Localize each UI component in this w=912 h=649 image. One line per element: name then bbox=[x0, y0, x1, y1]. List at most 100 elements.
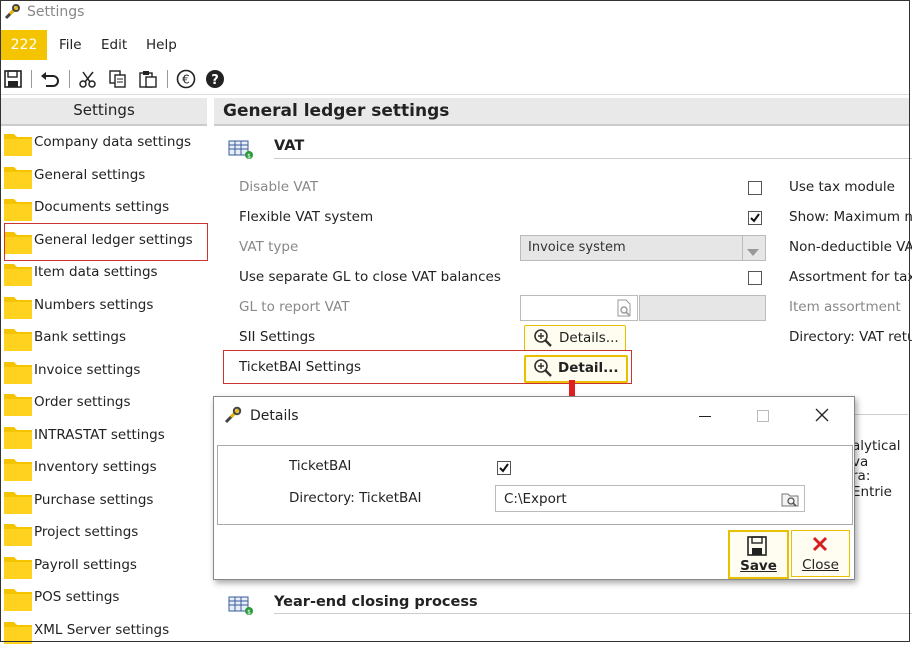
right-label-5: Item assortment bbox=[789, 299, 901, 315]
sidebar-item-label: Purchase settings bbox=[34, 491, 154, 508]
separate-gl-checkbox[interactable] bbox=[748, 271, 762, 285]
settings-tools-icon bbox=[4, 4, 22, 26]
vat-type-select[interactable]: Invoice system bbox=[520, 235, 766, 261]
right-label-6: Directory: VAT retu bbox=[789, 329, 912, 345]
ticketbai-details-button[interactable]: Detail... bbox=[524, 355, 628, 383]
close-label: Close bbox=[802, 557, 839, 573]
menu-edit[interactable]: Edit bbox=[101, 37, 127, 53]
zoom-in-icon bbox=[533, 328, 553, 352]
disable-vat-checkbox[interactable] bbox=[748, 181, 762, 195]
undo-icon[interactable] bbox=[39, 68, 61, 90]
help-icon[interactable]: ? bbox=[204, 68, 226, 90]
gl-report-vat-input[interactable] bbox=[520, 295, 638, 321]
cut-icon[interactable] bbox=[77, 68, 99, 90]
title-bar: Settings bbox=[1, 1, 909, 24]
disable-vat-label: Disable VAT bbox=[239, 179, 319, 195]
menu-file[interactable]: File bbox=[59, 37, 82, 53]
folder-icon bbox=[3, 487, 33, 515]
sidebar-item-label: Inventory settings bbox=[34, 459, 157, 475]
right-label-1: Use tax module bbox=[789, 179, 895, 195]
gl-report-vat-name bbox=[639, 295, 766, 321]
selected-item-highlight-box bbox=[4, 222, 208, 261]
details-dialog: Details TicketBAI Directory: TicketBAI C… bbox=[213, 396, 855, 580]
folder-search-icon[interactable] bbox=[781, 490, 799, 512]
sidebar-item-label: Invoice settings bbox=[34, 361, 141, 378]
close-button[interactable]: Close bbox=[791, 530, 850, 577]
euro-icon[interactable]: € bbox=[175, 68, 197, 90]
yearend-section-title: Year-end closing process bbox=[274, 594, 478, 610]
dialog-title: Details bbox=[250, 408, 299, 424]
menu-bar: 222 File Edit Help bbox=[1, 30, 909, 60]
lookup-icon[interactable] bbox=[615, 299, 633, 321]
sidebar-item-label: Documents settings bbox=[34, 199, 170, 215]
sii-settings-label: SII Settings bbox=[239, 329, 316, 345]
dialog-content: TicketBAI Directory: TicketBAI C:\Export bbox=[217, 445, 853, 525]
folder-icon bbox=[3, 422, 33, 450]
close-icon[interactable] bbox=[815, 408, 829, 426]
sidebar-item[interactable]: Company data settings bbox=[1, 127, 207, 159]
folder-icon bbox=[3, 519, 33, 547]
minimize-icon[interactable] bbox=[699, 416, 711, 417]
folder-icon bbox=[3, 292, 33, 320]
directory-ticketbai-label: Directory: TicketBAI bbox=[289, 490, 422, 506]
sidebar-item[interactable]: General settings bbox=[1, 160, 207, 192]
save-button[interactable]: Save bbox=[728, 530, 789, 579]
folder-icon bbox=[3, 357, 33, 385]
sidebar-item[interactable]: INTRASTAT settings bbox=[1, 420, 207, 452]
sidebar-item-label: XML Server settings bbox=[34, 621, 170, 638]
sidebar-item[interactable]: POS settings bbox=[1, 582, 207, 614]
save-icon bbox=[747, 536, 767, 560]
folder-icon bbox=[3, 389, 33, 417]
maximize-icon[interactable] bbox=[757, 410, 769, 422]
svg-text:€: € bbox=[182, 73, 190, 87]
folder-icon bbox=[3, 324, 33, 352]
company-badge[interactable]: 222 bbox=[1, 30, 47, 60]
sidebar-item[interactable]: Inventory settings bbox=[1, 452, 207, 484]
sidebar-item-label: Payroll settings bbox=[34, 556, 137, 573]
ticketbai-label: TicketBAI bbox=[289, 458, 352, 474]
sii-details-button[interactable]: Details... bbox=[524, 325, 626, 351]
ticketbai-checkbox[interactable] bbox=[497, 461, 511, 475]
sidebar-item[interactable]: XML Server settings bbox=[1, 615, 207, 647]
flexible-vat-checkbox[interactable] bbox=[748, 211, 762, 225]
sii-details-label: Details... bbox=[559, 330, 619, 346]
sidebar-item[interactable]: Bank settings bbox=[1, 322, 207, 354]
directory-ticketbai-input[interactable]: C:\Export bbox=[495, 485, 805, 512]
folder-icon bbox=[3, 454, 33, 482]
save-icon[interactable] bbox=[2, 68, 24, 90]
sidebar-item[interactable]: Payroll settings bbox=[1, 550, 207, 582]
right-label-3: Non-deductible VA bbox=[789, 239, 912, 255]
ticketbai-details-label: Detail... bbox=[558, 360, 619, 376]
save-label: Save bbox=[740, 558, 777, 574]
page-title: General ledger settings bbox=[223, 101, 450, 121]
ledger-table-icon: $ bbox=[228, 138, 254, 164]
sidebar-item[interactable]: Project settings bbox=[1, 517, 207, 549]
menu-help[interactable]: Help bbox=[146, 37, 177, 53]
zoom-in-icon bbox=[533, 358, 553, 382]
close-x-icon bbox=[812, 536, 828, 556]
sidebar-item-label: Numbers settings bbox=[34, 296, 154, 313]
sidebar-item-label: General settings bbox=[34, 166, 146, 183]
sidebar-item-label: POS settings bbox=[34, 589, 120, 605]
gl-report-vat-label: GL to report VAT bbox=[239, 299, 350, 315]
sidebar-item[interactable]: Order settings bbox=[1, 387, 207, 419]
sidebar-item[interactable]: Purchase settings bbox=[1, 485, 207, 517]
separate-gl-label: Use separate GL to close VAT balances bbox=[239, 269, 501, 285]
sidebar-item[interactable]: Item data settings bbox=[1, 257, 207, 289]
flexible-vat-label: Flexible VAT system bbox=[239, 209, 374, 225]
folder-icon bbox=[3, 259, 33, 287]
copy-icon[interactable] bbox=[107, 68, 129, 90]
partial-label-1: alytical va bbox=[852, 438, 901, 470]
vat-type-value: Invoice system bbox=[528, 240, 626, 255]
sidebar-item[interactable]: Documents settings bbox=[1, 192, 207, 224]
sidebar-item[interactable]: Numbers settings bbox=[1, 290, 207, 322]
paste-icon[interactable] bbox=[137, 68, 159, 90]
folder-icon bbox=[3, 584, 33, 612]
svg-text:?: ? bbox=[211, 73, 219, 88]
folder-icon bbox=[3, 129, 33, 157]
sidebar-item[interactable]: Invoice settings bbox=[1, 355, 207, 387]
svg-text:$: $ bbox=[247, 153, 251, 160]
folder-icon bbox=[3, 617, 33, 645]
yearend-section-header: $ Year-end closing process bbox=[226, 592, 912, 616]
chevron-down-icon bbox=[747, 245, 759, 260]
